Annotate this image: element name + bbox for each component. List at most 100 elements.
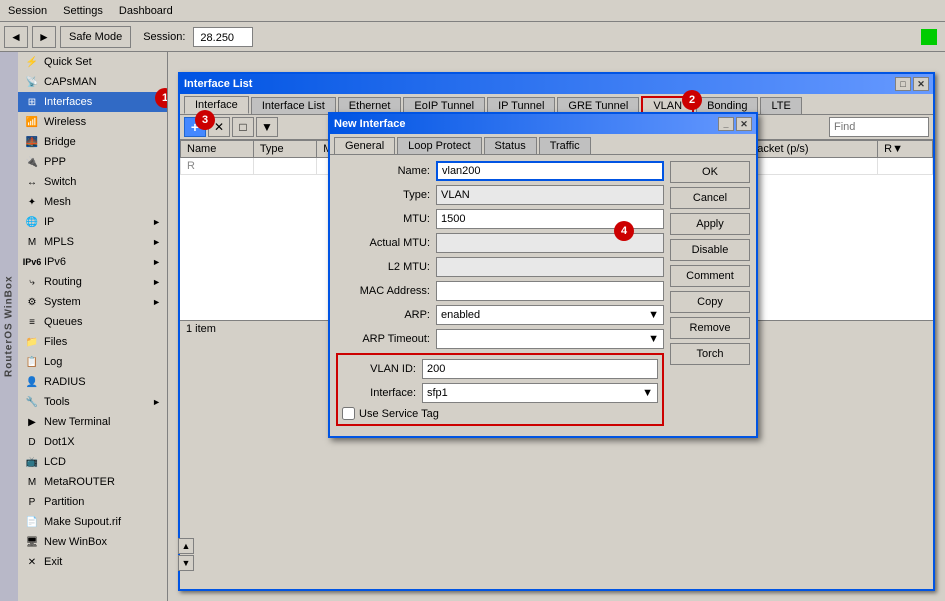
arp-timeout-row: ARP Timeout: ▼	[336, 329, 664, 349]
lcd-icon: 📺	[24, 454, 40, 470]
dialog-tab-status[interactable]: Status	[484, 137, 537, 154]
l2-mtu-row: L2 MTU:	[336, 257, 664, 277]
sidebar-item-mesh[interactable]: ✦ Mesh	[18, 192, 167, 212]
tab-interface[interactable]: Interface	[184, 96, 249, 114]
window-close-button[interactable]: ✕	[913, 77, 929, 91]
back-button[interactable]: ◄	[4, 26, 28, 48]
sidebar-item-make-supout[interactable]: 📄 Make Supout.rif	[18, 512, 167, 532]
sidebar-item-mpls[interactable]: M MPLS ►	[18, 232, 167, 252]
tab-interface-list[interactable]: Interface List	[251, 97, 336, 114]
dialog-tab-loop-protect[interactable]: Loop Protect	[397, 137, 481, 154]
tab-lte[interactable]: LTE	[760, 97, 801, 114]
arp-timeout-select[interactable]: ▼	[436, 329, 664, 349]
mac-address-input[interactable]	[436, 281, 664, 301]
sidebar-item-quick-set[interactable]: ⚡ Quick Set	[18, 52, 167, 72]
sidebar-item-queues[interactable]: ≡ Queues	[18, 312, 167, 332]
sidebar-label-ppp: PPP	[44, 156, 66, 168]
cancel-button[interactable]: Cancel	[670, 187, 750, 209]
col-header-type[interactable]: Type	[253, 141, 316, 158]
sidebar-item-ppp[interactable]: 🔌 PPP	[18, 152, 167, 172]
sidebar-item-capsman[interactable]: 📡 CAPsMAN	[18, 72, 167, 92]
sidebar-item-switch[interactable]: ↔ Switch	[18, 172, 167, 192]
sidebar-label-switch: Switch	[44, 176, 76, 188]
window-restore-button[interactable]: □	[895, 77, 911, 91]
sidebar-item-ip[interactable]: 🌐 IP ►	[18, 212, 167, 232]
sidebar-item-metarouter[interactable]: M MetaROUTER	[18, 472, 167, 492]
col-header-r[interactable]: R▼	[878, 141, 933, 158]
sidebar-item-radius[interactable]: 👤 RADIUS	[18, 372, 167, 392]
sidebar-label-dot1x: Dot1X	[44, 436, 75, 448]
safe-mode-button[interactable]: Safe Mode	[60, 26, 131, 48]
sidebar-label-files: Files	[44, 336, 67, 348]
menu-dashboard[interactable]: Dashboard	[111, 3, 181, 19]
sidebar-item-system[interactable]: ⚙ System ►	[18, 292, 167, 312]
interface-list-title: Interface List	[184, 78, 252, 90]
annotation-2: 2	[682, 90, 702, 110]
arp-select[interactable]: enabled ▼	[436, 305, 664, 325]
sidebar-label-lcd: LCD	[44, 456, 66, 468]
sidebar-item-dot1x[interactable]: D Dot1X	[18, 432, 167, 452]
sidebar-item-bridge[interactable]: 🌉 Bridge	[18, 132, 167, 152]
annotation-3: 3	[195, 110, 215, 130]
scroll-up-button[interactable]: ▲	[178, 538, 194, 554]
use-service-tag-checkbox[interactable]	[342, 407, 355, 420]
sidebar-item-tools[interactable]: 🔧 Tools ►	[18, 392, 167, 412]
switch-icon: ↔	[24, 174, 40, 190]
sidebar-item-wireless[interactable]: 📶 Wireless	[18, 112, 167, 132]
sidebar-label-exit: Exit	[44, 556, 62, 568]
vlan-interface-value: sfp1	[427, 387, 448, 399]
sidebar-label-partition: Partition	[44, 496, 84, 508]
sidebar-label-ipv6: IPv6	[44, 256, 66, 268]
sidebar-label-capsman: CAPsMAN	[44, 76, 97, 88]
vlan-interface-select[interactable]: sfp1 ▼	[422, 383, 658, 403]
filter-button[interactable]: ▼	[256, 117, 278, 137]
vlan-id-label: VLAN ID:	[342, 363, 422, 375]
edit-toolbar-button[interactable]: □	[232, 117, 254, 137]
sidebar-item-files[interactable]: 📁 Files	[18, 332, 167, 352]
remove-button[interactable]: Remove	[670, 317, 750, 339]
type-input	[436, 185, 664, 205]
sidebar-label-wireless: Wireless	[44, 116, 86, 128]
vlan-interface-row: Interface: sfp1 ▼	[342, 383, 658, 403]
sidebar-item-partition[interactable]: P Partition	[18, 492, 167, 512]
comment-button[interactable]: Comment	[670, 265, 750, 287]
files-icon: 📁	[24, 334, 40, 350]
dialog-tab-traffic[interactable]: Traffic	[539, 137, 591, 154]
add-button[interactable]: + 3	[184, 117, 206, 137]
tools-arrow: ►	[152, 397, 161, 407]
dot1x-icon: D	[24, 434, 40, 450]
apply-button[interactable]: Apply	[670, 213, 750, 235]
menu-bar: Session Settings Dashboard	[0, 0, 945, 22]
sidebar-item-interfaces[interactable]: ⊞ Interfaces 1	[18, 92, 167, 112]
dialog-close-button[interactable]: ✕	[736, 117, 752, 131]
sidebar-item-ipv6[interactable]: IPv6 IPv6 ►	[18, 252, 167, 272]
name-input[interactable]	[436, 161, 664, 181]
forward-button[interactable]: ►	[32, 26, 56, 48]
disable-button[interactable]: Disable	[670, 239, 750, 261]
dialog-titlebar: New Interface _ ✕	[330, 114, 756, 134]
sidebar-item-lcd[interactable]: 📺 LCD	[18, 452, 167, 472]
dialog-minimize-button[interactable]: _	[718, 117, 734, 131]
scroll-down-button[interactable]: ▼	[178, 555, 194, 571]
col-header-name[interactable]: Name	[181, 141, 254, 158]
menu-settings[interactable]: Settings	[55, 3, 111, 19]
menu-session[interactable]: Session	[0, 3, 55, 19]
sidebar-item-new-winbox[interactable]: 🖥 New WinBox	[18, 532, 167, 552]
sidebar-item-routing[interactable]: ⤷ Routing ►	[18, 272, 167, 292]
sidebar-label-system: System	[44, 296, 81, 308]
sidebar-item-log[interactable]: 📋 Log	[18, 352, 167, 372]
torch-button[interactable]: Torch	[670, 343, 750, 365]
sidebar-item-new-terminal[interactable]: ▶ New Terminal	[18, 412, 167, 432]
vlan-id-input[interactable]	[422, 359, 658, 379]
dialog-tab-general[interactable]: General	[334, 137, 395, 154]
sidebar-label-ip: IP	[44, 216, 54, 228]
wireless-icon: 📶	[24, 114, 40, 130]
vlan-section: VLAN ID: Interface: sfp1 ▼ U	[336, 353, 664, 426]
ok-button[interactable]: OK	[670, 161, 750, 183]
copy-button[interactable]: Copy	[670, 291, 750, 313]
find-input[interactable]	[829, 117, 929, 137]
sidebar-label-interfaces: Interfaces	[44, 96, 92, 108]
sidebar-item-exit[interactable]: ✕ Exit	[18, 552, 167, 572]
connection-indicator	[921, 29, 937, 45]
dialog-buttons: OK Cancel Apply Disable Comment Copy Rem…	[670, 161, 750, 430]
